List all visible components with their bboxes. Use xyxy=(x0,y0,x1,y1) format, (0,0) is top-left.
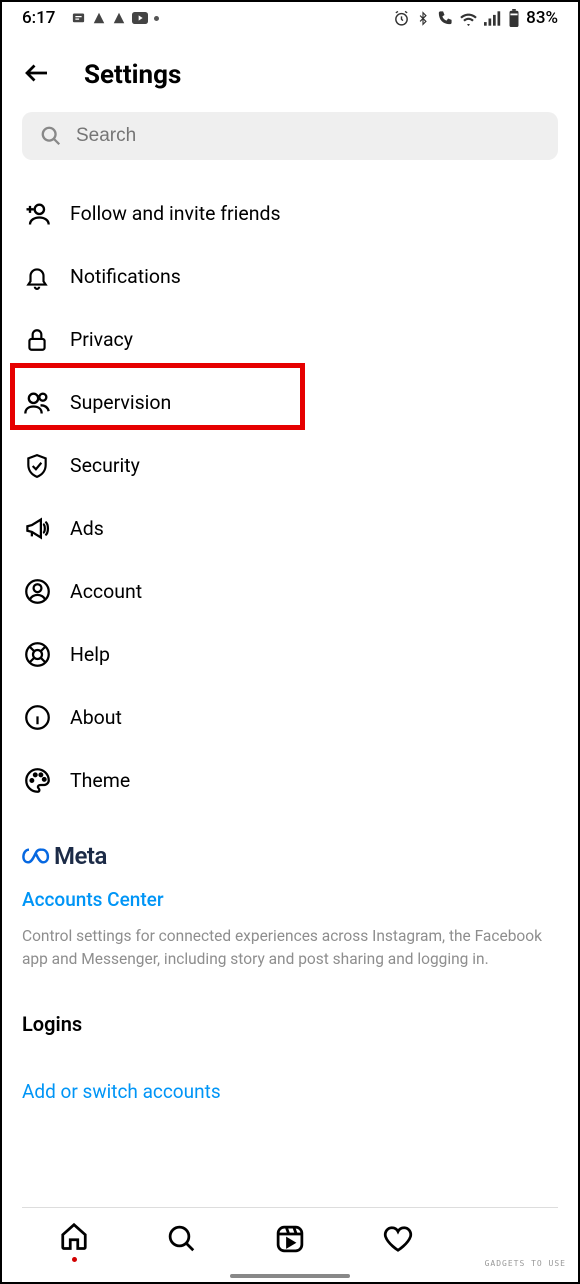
phone-icon xyxy=(436,10,453,27)
alarm-icon xyxy=(393,10,410,27)
person-icon xyxy=(112,11,126,25)
item-notifications[interactable]: Notifications xyxy=(22,245,558,308)
add-person-icon xyxy=(23,200,51,228)
triangle-icon xyxy=(92,11,106,25)
arrow-left-icon xyxy=(22,58,52,88)
header: Settings xyxy=(2,32,578,112)
item-label: Ads xyxy=(70,517,104,540)
chat-icon xyxy=(71,11,86,26)
item-label: Security xyxy=(70,454,140,477)
item-theme[interactable]: Theme xyxy=(22,749,558,812)
bell-icon xyxy=(24,264,50,290)
status-time: 6:17 xyxy=(22,8,55,28)
meta-description: Control settings for connected experienc… xyxy=(22,925,558,972)
signal-icon xyxy=(484,11,502,26)
nav-activity[interactable] xyxy=(383,1224,413,1258)
bluetooth-icon xyxy=(416,10,430,27)
battery-icon xyxy=(508,9,520,27)
meta-brand-text: Meta xyxy=(54,842,107,870)
search-icon xyxy=(40,125,62,147)
item-follow-invite[interactable]: Follow and invite friends xyxy=(22,182,558,245)
meta-infinity-icon xyxy=(22,846,50,866)
item-about[interactable]: About xyxy=(22,686,558,749)
meta-logo: Meta xyxy=(22,842,558,870)
item-supervision[interactable]: Supervision xyxy=(22,371,558,434)
lock-icon xyxy=(24,327,50,353)
gesture-handle xyxy=(230,1274,350,1278)
status-bar: 6:17 83% xyxy=(2,2,578,32)
item-privacy[interactable]: Privacy xyxy=(22,308,558,371)
item-label: Notifications xyxy=(70,265,181,288)
settings-list: Follow and invite friends Notifications … xyxy=(2,174,578,812)
palette-icon xyxy=(24,767,51,794)
more-dot-icon xyxy=(154,16,159,21)
item-label: Follow and invite friends xyxy=(70,202,281,225)
watermark: GADGETS TO USE xyxy=(485,1259,566,1268)
shield-check-icon xyxy=(24,453,50,479)
lifebuoy-icon xyxy=(24,641,51,668)
item-label: Supervision xyxy=(70,391,171,414)
nav-reels[interactable] xyxy=(275,1224,305,1258)
item-account[interactable]: Account xyxy=(22,560,558,623)
item-security[interactable]: Security xyxy=(22,434,558,497)
item-help[interactable]: Help xyxy=(22,623,558,686)
heart-icon xyxy=(383,1224,413,1254)
add-switch-accounts-link[interactable]: Add or switch accounts xyxy=(22,1080,558,1103)
wifi-icon xyxy=(459,11,478,26)
info-icon xyxy=(24,704,51,731)
search-bar[interactable] xyxy=(22,112,558,160)
page-title: Settings xyxy=(84,60,181,90)
item-label: About xyxy=(70,706,122,729)
nav-search[interactable] xyxy=(167,1224,197,1258)
people-icon xyxy=(23,389,51,417)
item-ads[interactable]: Ads xyxy=(22,497,558,560)
youtube-icon xyxy=(132,12,148,24)
back-button[interactable] xyxy=(22,58,52,92)
nav-home[interactable] xyxy=(59,1221,89,1262)
reels-icon xyxy=(275,1224,305,1254)
battery-percent: 83% xyxy=(526,8,558,28)
item-label: Theme xyxy=(70,769,130,792)
item-label: Account xyxy=(70,580,142,603)
search-input[interactable] xyxy=(76,125,540,147)
home-icon xyxy=(59,1221,89,1251)
search-icon xyxy=(167,1224,197,1254)
meta-section: Meta Accounts Center Control settings fo… xyxy=(2,812,578,972)
logins-title: Logins xyxy=(22,1012,558,1036)
item-label: Privacy xyxy=(70,328,133,351)
accounts-center-link[interactable]: Accounts Center xyxy=(22,888,558,911)
status-notification-icons xyxy=(71,11,159,26)
megaphone-icon xyxy=(24,515,51,542)
account-circle-icon xyxy=(24,578,51,605)
notification-dot-icon xyxy=(72,1257,77,1262)
logins-section: Logins Add or switch accounts xyxy=(2,972,578,1103)
item-label: Help xyxy=(70,643,110,666)
